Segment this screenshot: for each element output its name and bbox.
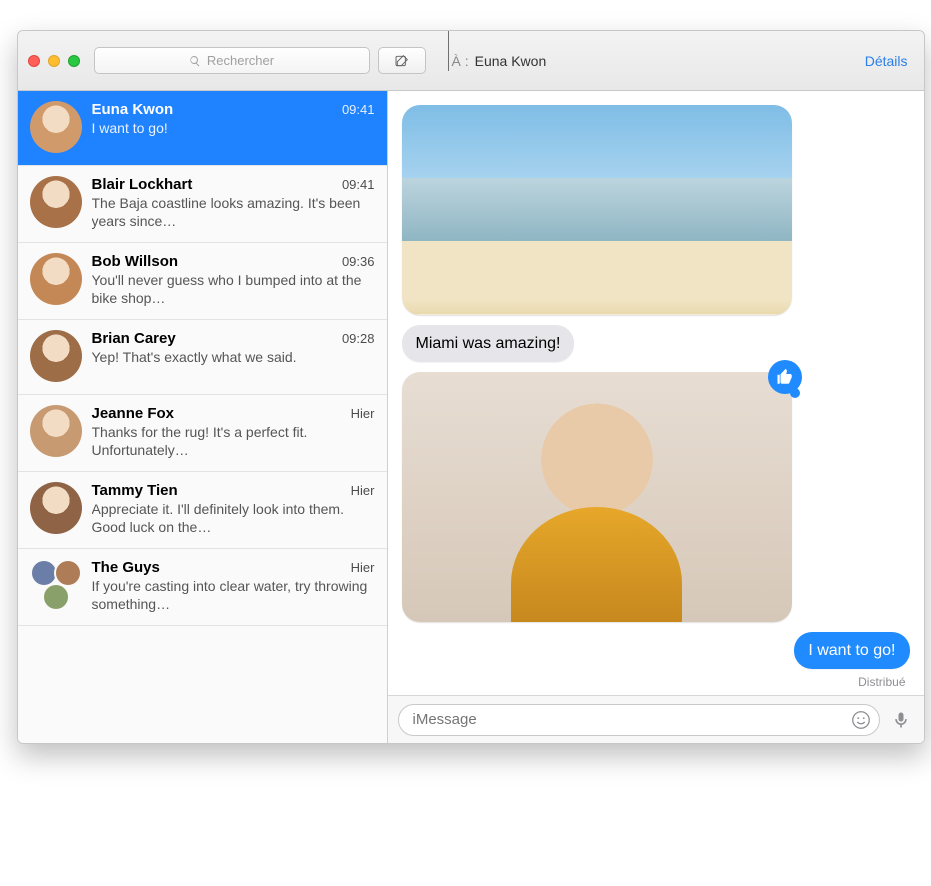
avatar [30, 482, 82, 534]
conversation-name: Bob Willson [92, 253, 179, 270]
conversation-item[interactable]: Tammy Tien Hier Appreciate it. I'll defini… [18, 472, 387, 549]
microphone-icon [891, 710, 911, 730]
conversation-list[interactable]: Euna Kwon 09:41 I want to go! Blair Lockhar… [18, 91, 388, 743]
dictation-button[interactable] [888, 707, 914, 733]
avatar [30, 176, 82, 228]
avatar [30, 253, 82, 305]
conversation-body: Euna Kwon 09:41 I want to go! [92, 101, 375, 153]
sent-message[interactable]: I want to go! [794, 632, 909, 669]
avatar [30, 101, 82, 153]
minimize-window-button[interactable] [48, 55, 60, 67]
conversation-preview: The Baja coastline looks amazing. It's b… [92, 195, 375, 230]
received-photo-portrait-wrap [402, 372, 792, 622]
conversation-item[interactable]: Blair Lockhart 09:41 The Baja coastline lo… [18, 166, 387, 243]
conversation-preview: Yep! That's exactly what we said. [92, 349, 375, 367]
avatar [30, 405, 82, 457]
emoji-icon [850, 709, 872, 731]
to-field: À : Euna Kwon [452, 53, 547, 69]
delivery-receipt: Distribué [858, 675, 905, 689]
conversation-body: Brian Carey 09:28 Yep! That's exactly what… [92, 330, 375, 382]
search-placeholder: Rechercher [207, 53, 274, 68]
conversation-item[interactable]: Bob Willson 09:36 You'll never guess who I… [18, 243, 387, 320]
conversation-name: The Guys [92, 559, 160, 576]
conversation-body: The Guys Hier If you're casting into clear… [92, 559, 375, 613]
search-input[interactable]: Rechercher [94, 47, 370, 74]
group-avatar [30, 559, 82, 611]
received-photo-portrait[interactable] [402, 372, 792, 622]
chat-area: Miami was amazing! I want to go! Distrib… [388, 91, 924, 743]
conversation-time: Hier [351, 406, 375, 421]
details-button[interactable]: Détails [865, 53, 908, 69]
callout-line-bottom [208, 743, 209, 744]
toolbar: Rechercher À : Euna Kwon Détails [18, 31, 924, 91]
zoom-window-button[interactable] [68, 55, 80, 67]
conversation-preview: Thanks for the rug! It's a perfect fit. … [92, 424, 375, 459]
received-photo-beach[interactable] [402, 105, 792, 315]
compose-row [388, 695, 924, 743]
thumbs-up-icon [776, 368, 794, 386]
avatar [30, 330, 82, 382]
conversation-time: 09:28 [342, 331, 375, 346]
conversation-preview: You'll never guess who I bumped into at … [92, 272, 375, 307]
conversation-body: Bob Willson 09:36 You'll never guess who I… [92, 253, 375, 307]
conversation-body: Blair Lockhart 09:41 The Baja coastline lo… [92, 176, 375, 230]
conversation-name: Brian Carey [92, 330, 176, 347]
conversation-name: Euna Kwon [92, 101, 174, 118]
conversation-time: 09:41 [342, 177, 375, 192]
conversation-time: Hier [351, 560, 375, 575]
body: Euna Kwon 09:41 I want to go! Blair Lockhar… [18, 91, 924, 743]
callout-line-top [448, 30, 449, 71]
portrait-image [402, 372, 792, 622]
conversation-item[interactable]: Brian Carey 09:28 Yep! That's exactly what… [18, 320, 387, 395]
beach-image [402, 105, 792, 315]
tapback-thumbs-up[interactable] [768, 360, 802, 394]
conversation-name: Tammy Tien [92, 482, 178, 499]
compose-icon [394, 53, 410, 69]
conversation-time: 09:41 [342, 102, 375, 117]
conversation-item[interactable]: Euna Kwon 09:41 I want to go! [18, 91, 387, 166]
compose-button[interactable] [378, 47, 426, 74]
conversation-preview: If you're casting into clear water, try … [92, 578, 375, 613]
chat-scroll[interactable]: Miami was amazing! I want to go! Distrib… [388, 91, 924, 695]
message-input[interactable] [398, 704, 880, 736]
window-controls [28, 55, 80, 67]
conversation-preview: Appreciate it. I'll definitely look into… [92, 501, 375, 536]
to-value: Euna Kwon [475, 53, 547, 69]
emoji-button[interactable] [850, 709, 872, 731]
conversation-preview: I want to go! [92, 120, 375, 138]
messages-window: Rechercher À : Euna Kwon Détails Euna Kw… [17, 30, 925, 744]
conversation-body: Tammy Tien Hier Appreciate it. I'll defini… [92, 482, 375, 536]
conversation-time: Hier [351, 483, 375, 498]
close-window-button[interactable] [28, 55, 40, 67]
conversation-body: Jeanne Fox Hier Thanks for the rug! It's a… [92, 405, 375, 459]
message-input-wrap [398, 704, 880, 736]
search-icon [189, 55, 201, 67]
conversation-name: Blair Lockhart [92, 176, 193, 193]
conversation-name: Jeanne Fox [92, 405, 175, 422]
conversation-item[interactable]: The Guys Hier If you're casting into clear… [18, 549, 387, 626]
to-label: À : [452, 53, 469, 69]
conversation-time: 09:36 [342, 254, 375, 269]
received-message-miami[interactable]: Miami was amazing! [402, 325, 575, 362]
conversation-item[interactable]: Jeanne Fox Hier Thanks for the rug! It's a… [18, 395, 387, 472]
